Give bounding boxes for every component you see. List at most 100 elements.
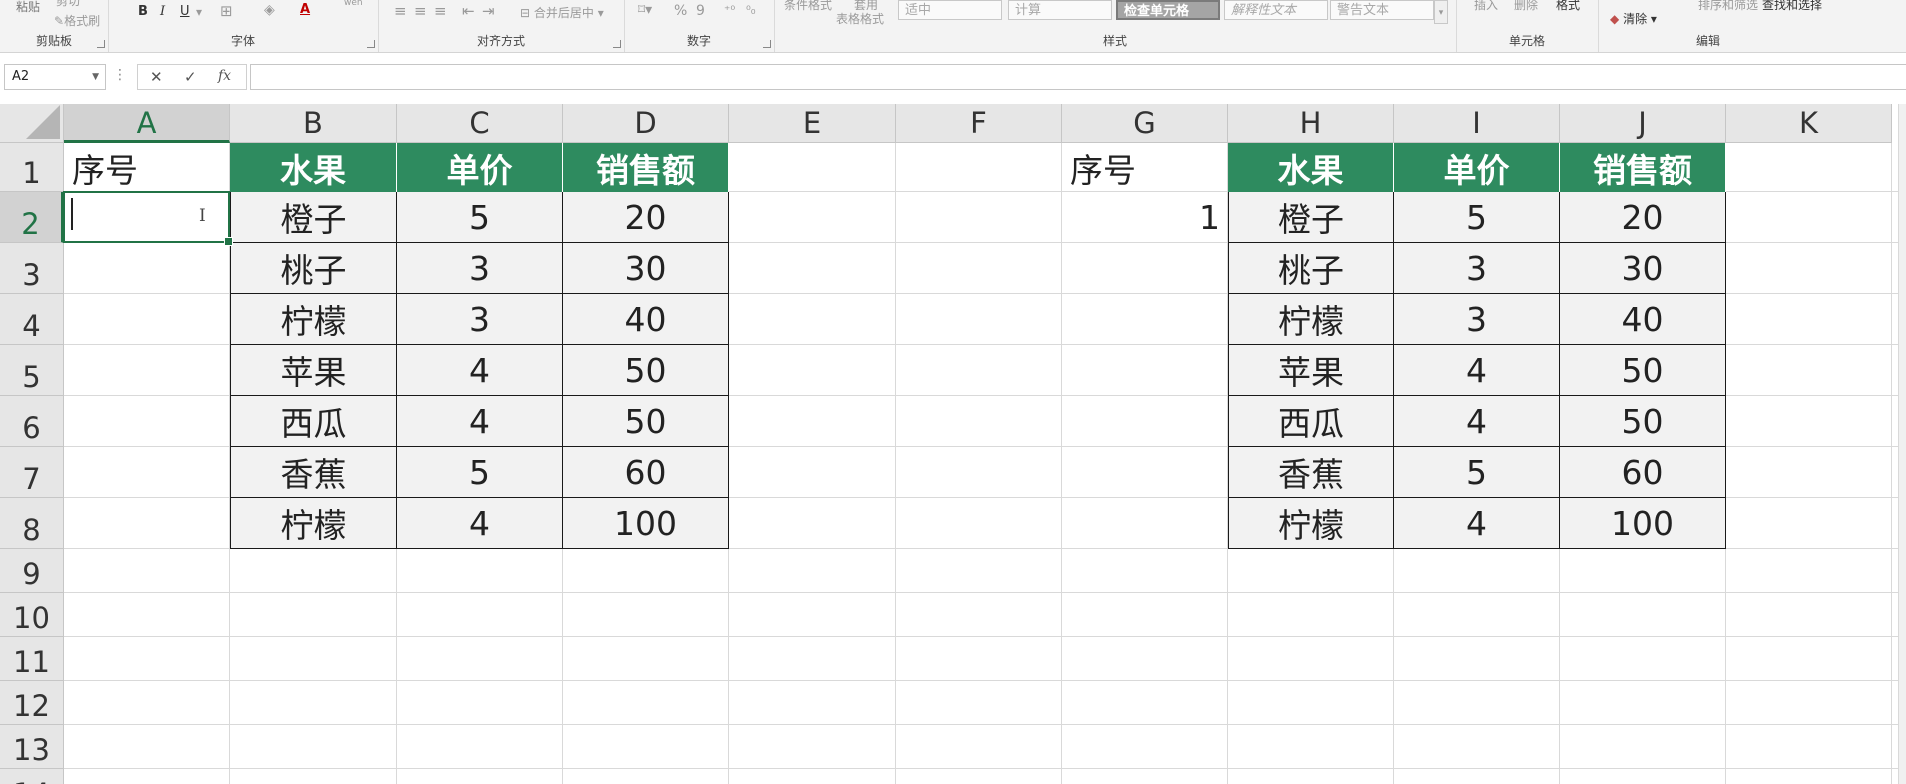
right-table-cell[interactable]: 柠檬 xyxy=(1228,498,1394,549)
find-select-button[interactable]: 查找和选择 xyxy=(1762,0,1822,13)
sort-filter-button[interactable]: 排序和筛选 xyxy=(1698,0,1758,13)
right-table-cell[interactable]: 柠檬 xyxy=(1228,294,1394,345)
decrease-indent-icon[interactable]: ⇤ xyxy=(462,2,475,20)
delete-button[interactable]: 删除 xyxy=(1514,0,1538,13)
merge-center-button[interactable]: ⊟ 合并后居中 ▾ xyxy=(520,4,604,21)
row-header-7[interactable]: 7 xyxy=(0,447,64,498)
clear-button[interactable]: ◆ 清除 ▾ xyxy=(1610,10,1657,27)
select-all-button[interactable] xyxy=(0,104,64,143)
left-table-cell[interactable]: 4 xyxy=(397,498,563,549)
decrease-decimal-icon[interactable]: ⁰₀ xyxy=(746,3,756,17)
left-table-header-2[interactable]: 销售额 xyxy=(563,143,729,192)
right-table-cell[interactable]: 橙子 xyxy=(1228,192,1394,243)
number-dialog-launcher-icon[interactable] xyxy=(763,40,771,48)
italic-button[interactable]: I xyxy=(160,4,165,19)
align-left-icon[interactable]: ≡ xyxy=(394,2,407,20)
row-header-12[interactable]: 12 xyxy=(0,681,64,725)
alignment-dialog-launcher-icon[interactable] xyxy=(613,40,621,48)
right-table-header-2[interactable]: 销售额 xyxy=(1560,143,1726,192)
left-table-header-1[interactable]: 单价 xyxy=(397,143,563,192)
right-table-cell[interactable]: 4 xyxy=(1394,396,1560,447)
left-table-cell[interactable]: 香蕉 xyxy=(230,447,397,498)
cut-button[interactable]: 剪切 xyxy=(56,0,80,9)
cancel-icon[interactable]: ✕ xyxy=(150,68,163,86)
name-box-dropdown-icon[interactable]: ▼ xyxy=(92,65,99,89)
row-header-5[interactable]: 5 xyxy=(0,345,64,396)
right-table-cell[interactable]: 苹果 xyxy=(1228,345,1394,396)
style-warning-text[interactable]: 警告文本 xyxy=(1330,0,1434,20)
percent-button[interactable]: % xyxy=(674,3,687,19)
enter-icon[interactable]: ✓ xyxy=(184,68,197,86)
column-header-k[interactable]: K xyxy=(1726,104,1892,143)
style-check-cell[interactable]: 检查单元格 xyxy=(1116,0,1220,20)
left-table-cell[interactable]: 3 xyxy=(397,294,563,345)
format-button[interactable]: 格式 xyxy=(1556,0,1580,13)
style-explanatory-text[interactable]: 解释性文本 xyxy=(1224,0,1328,20)
left-table-cell[interactable]: 50 xyxy=(563,345,729,396)
name-box[interactable]: A2 ▼ xyxy=(4,64,106,90)
column-header-f[interactable]: F xyxy=(896,104,1062,143)
row-header-9[interactable]: 9 xyxy=(0,549,64,593)
right-table-header-1[interactable]: 单价 xyxy=(1394,143,1560,192)
insert-function-icon[interactable]: fx xyxy=(218,68,231,84)
increase-decimal-icon[interactable]: ⁺⁰ xyxy=(724,3,735,17)
left-table-cell[interactable]: 60 xyxy=(563,447,729,498)
left-table-cell[interactable]: 40 xyxy=(563,294,729,345)
increase-indent-icon[interactable]: ⇥ xyxy=(482,2,495,20)
right-table-cell[interactable]: 5 xyxy=(1394,192,1560,243)
left-table-cell[interactable]: 4 xyxy=(397,396,563,447)
bold-button[interactable]: B xyxy=(138,4,148,19)
right-table-cell[interactable]: 3 xyxy=(1394,294,1560,345)
formula-bar-grip-icon[interactable]: ⋮ xyxy=(113,67,127,83)
right-table-cell[interactable]: 50 xyxy=(1560,396,1726,447)
left-table-cell[interactable]: 苹果 xyxy=(230,345,397,396)
accounting-format-icon[interactable]: ⌑▾ xyxy=(638,2,652,18)
right-table-cell[interactable]: 桃子 xyxy=(1228,243,1394,294)
underline-dropdown-icon[interactable]: ▾ xyxy=(196,5,202,19)
fill-color-icon[interactable]: ◈ xyxy=(264,2,275,18)
left-table-cell[interactable]: 100 xyxy=(563,498,729,549)
right-table-cell[interactable]: 20 xyxy=(1560,192,1726,243)
formula-input[interactable] xyxy=(250,64,1906,90)
underline-button[interactable]: U xyxy=(180,4,190,19)
left-table-cell[interactable]: 30 xyxy=(563,243,729,294)
style-gallery-more-icon[interactable]: ▾ xyxy=(1434,0,1448,24)
row-header-1[interactable]: 1 xyxy=(0,143,64,192)
left-table-cell[interactable]: 50 xyxy=(563,396,729,447)
column-header-e[interactable]: E xyxy=(729,104,896,143)
insert-button[interactable]: 插入 xyxy=(1474,0,1498,13)
left-table-cell[interactable]: 西瓜 xyxy=(230,396,397,447)
column-header-j[interactable]: J xyxy=(1560,104,1726,143)
right-table-header-0[interactable]: 水果 xyxy=(1228,143,1394,192)
right-table-cell[interactable]: 香蕉 xyxy=(1228,447,1394,498)
right-table-cell[interactable]: 4 xyxy=(1394,498,1560,549)
column-header-g[interactable]: G xyxy=(1062,104,1228,143)
row-header-3[interactable]: 3 xyxy=(0,243,64,294)
right-table-cell[interactable]: 40 xyxy=(1560,294,1726,345)
vertical-scrollbar[interactable] xyxy=(1898,104,1906,784)
clipboard-dialog-launcher-icon[interactable] xyxy=(97,40,105,48)
style-neutral[interactable]: 适中 xyxy=(898,0,1002,20)
table-format-button-line2[interactable]: 表格格式 xyxy=(836,10,884,27)
row-header-6[interactable]: 6 xyxy=(0,396,64,447)
row-header-10[interactable]: 10 xyxy=(0,593,64,637)
font-dialog-launcher-icon[interactable] xyxy=(367,40,375,48)
left-table-cell[interactable]: 4 xyxy=(397,345,563,396)
left-table-cell[interactable]: 5 xyxy=(397,447,563,498)
column-header-a[interactable]: A xyxy=(64,104,230,143)
style-calculation[interactable]: 计算 xyxy=(1008,0,1112,20)
active-cell-a2[interactable]: I xyxy=(63,191,233,246)
font-color-button[interactable]: A xyxy=(300,2,310,17)
left-table-header-0[interactable]: 水果 xyxy=(230,143,397,192)
row-header-8[interactable]: 8 xyxy=(0,498,64,549)
right-table-cell[interactable]: 60 xyxy=(1560,447,1726,498)
align-right-icon[interactable]: ≡ xyxy=(434,2,447,20)
row-header-2[interactable]: 2 xyxy=(0,192,64,243)
cell-g1-seq-label[interactable]: 序号 xyxy=(1062,143,1228,192)
format-painter-button[interactable]: ✎格式刷 xyxy=(54,12,100,29)
left-table-cell[interactable]: 橙子 xyxy=(230,192,397,243)
column-header-i[interactable]: I xyxy=(1394,104,1560,143)
right-table-cell[interactable]: 30 xyxy=(1560,243,1726,294)
right-table-cell[interactable]: 50 xyxy=(1560,345,1726,396)
align-center-icon[interactable]: ≡ xyxy=(414,2,427,20)
